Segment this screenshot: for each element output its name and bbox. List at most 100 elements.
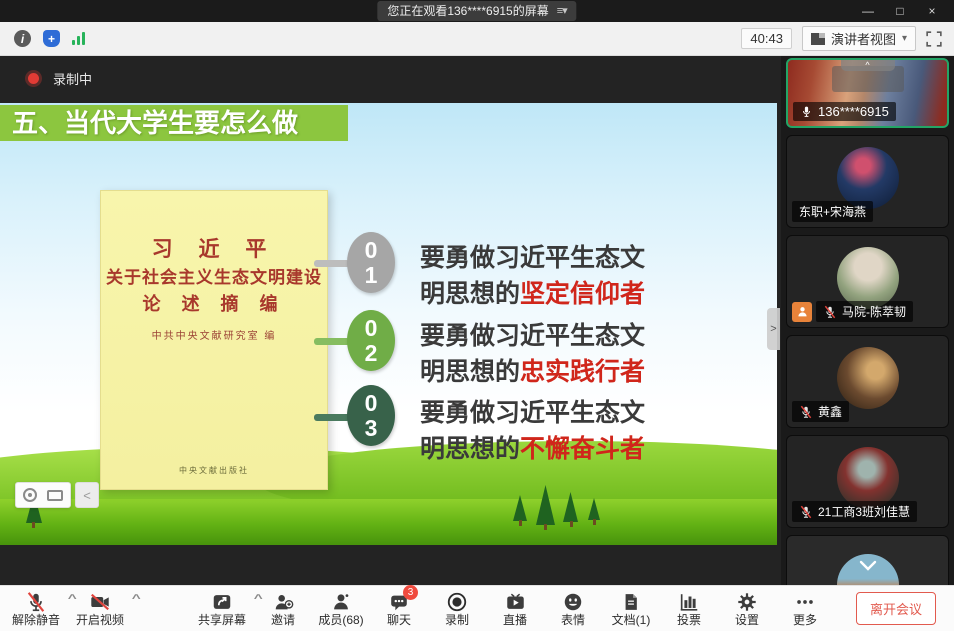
minimize-button[interactable]: —: [852, 0, 884, 22]
book-editor: 中共中央文献研究室 编: [151, 331, 277, 342]
connector-line: [314, 338, 350, 345]
point-3-circle: 03: [347, 385, 395, 446]
speaker-view-icon: [810, 32, 825, 45]
toolbar-record-button[interactable]: 录制: [428, 587, 486, 631]
book-title-line1: 习 近 平: [151, 238, 277, 261]
participant-name-tag: 21工商3班刘佳慧: [792, 501, 918, 522]
book-title-line2: 关于社会主义生态文明建设: [106, 268, 322, 287]
chevron-down-icon[interactable]: [858, 560, 878, 572]
status-bar: i + 40:43 演讲者视图 ▾: [0, 22, 954, 56]
status-right: 40:43 演讲者视图 ▾: [741, 26, 954, 51]
role-badge-icon: [792, 301, 812, 322]
laser-pointer-icon[interactable]: [23, 488, 37, 502]
toolbar-start-video-button[interactable]: 开启视频 ^: [68, 587, 140, 631]
slide-title: 五、当代大学生要怎么做: [0, 105, 348, 141]
camera-off-icon: [88, 591, 112, 613]
view-mode-button[interactable]: 演讲者视图 ▾: [801, 26, 916, 51]
participant-tile-partial[interactable]: [786, 535, 949, 585]
mic-muted-icon: [25, 591, 47, 613]
participant-tile[interactable]: 21工商3班刘佳慧: [786, 435, 949, 528]
emoji-icon: [562, 591, 584, 613]
point-3-text: 要勇做习近平生态文 明思想的不懈奋斗者: [420, 399, 646, 463]
avatar: [836, 447, 899, 509]
poll-chart-icon: [678, 591, 700, 613]
participant-name-tag: 东职+宋海燕: [792, 201, 874, 222]
chat-icon: 3: [388, 584, 418, 613]
live-stream-icon: [504, 591, 527, 613]
toolbar-share-screen-button[interactable]: 共享屏幕 ^: [190, 587, 262, 631]
participant-tile[interactable]: 马院-陈萃韧: [786, 235, 949, 328]
book-cover: 习 近 平 关于社会主义生态文明建设 论 述 摘 编 中共中央文献研究室 编 中…: [100, 190, 328, 490]
watching-banner[interactable]: 您正在观看136****6915的屏幕 ≡▾: [377, 1, 577, 21]
annotation-collapse-button[interactable]: <: [75, 482, 99, 508]
toolbar-chat-button[interactable]: 3 聊天: [370, 584, 428, 631]
participant-name-tag: 黄鑫: [792, 401, 850, 422]
annotation-tools: [15, 482, 71, 508]
avatar: [836, 347, 899, 409]
point-2-text: 要勇做习近平生态文 明思想的忠实践行者: [420, 322, 646, 386]
panel-collapse-tab[interactable]: ^: [840, 60, 895, 71]
members-icon: [330, 591, 352, 613]
recording-dot-icon: [28, 73, 39, 84]
tree-trunk: [570, 521, 573, 527]
toolbar-members-button[interactable]: 成员(68): [312, 587, 370, 631]
title-bar: 您正在观看136****6915的屏幕 ≡▾ — □ ×: [0, 0, 954, 22]
tree-trunk: [32, 522, 35, 528]
meeting-window: 您正在观看136****6915的屏幕 ≡▾ — □ × i + 40:43 演…: [0, 0, 954, 631]
close-button[interactable]: ×: [916, 0, 948, 22]
watching-banner-text: 您正在观看136****6915的屏幕: [387, 4, 549, 18]
tree-trunk: [544, 524, 547, 530]
toolbar-invite-button[interactable]: 邀请: [254, 587, 312, 631]
toolbar-unmute-button[interactable]: 解除静音 ^: [4, 587, 76, 631]
tree-trunk: [593, 519, 596, 525]
meeting-info-icon[interactable]: i: [14, 30, 31, 47]
participant-tile-speaker[interactable]: ^ 136****6915: [786, 58, 949, 128]
toolbar-docs-button[interactable]: 文档(1): [602, 587, 660, 631]
maximize-button[interactable]: □: [884, 0, 916, 22]
sidebar-collapse-handle[interactable]: >: [767, 308, 780, 350]
toolbar-poll-button[interactable]: 投票: [660, 587, 718, 631]
fullscreen-icon[interactable]: [926, 30, 942, 47]
security-shield-icon[interactable]: +: [43, 30, 60, 47]
toolbar-more-button[interactable]: 更多: [776, 587, 834, 631]
toolbar-live-button[interactable]: 直播: [486, 587, 544, 631]
caret-up-icon[interactable]: ^: [131, 593, 140, 605]
window-controls: — □ ×: [852, 0, 948, 22]
record-icon: [446, 591, 468, 613]
whiteboard-icon[interactable]: [47, 489, 63, 501]
layout-menu-icon[interactable]: ≡▾: [557, 1, 568, 21]
toolbar-settings-button[interactable]: 设置: [718, 587, 776, 631]
mic-muted-icon: [800, 505, 812, 518]
point-1-text: 要勇做习近平生态文 明思想的坚定信仰者: [420, 244, 646, 308]
chat-unread-badge: 3: [403, 584, 418, 600]
more-dots-icon: [793, 591, 817, 613]
avatar: [836, 147, 899, 209]
leave-meeting-button[interactable]: 离开会议: [855, 592, 936, 625]
network-signal-icon[interactable]: [72, 32, 85, 45]
avatar: [836, 247, 899, 309]
tree-trunk: [519, 520, 522, 526]
mic-on-icon: [803, 106, 810, 117]
document-icon: [621, 591, 641, 613]
book-publisher: 中央文献出版社: [179, 466, 249, 475]
gear-icon: [736, 591, 758, 613]
participant-tile[interactable]: 黄鑫: [786, 335, 949, 428]
grass-band: [0, 499, 777, 545]
participant-name-tag: 马院-陈萃韧: [816, 301, 913, 322]
point-2-circle: 02: [347, 310, 395, 371]
shared-screen-stage: 录制中 五、当代大学生要怎么做 习 近 平 关于社会主义生态文明建设 论 述 摘…: [0, 56, 781, 585]
invite-person-icon: [272, 591, 295, 613]
annotation-toolbar: <: [15, 482, 99, 508]
point-1-circle: 01: [347, 232, 395, 293]
chevron-down-icon: ▾: [901, 33, 907, 44]
participant-name-tag: 136****6915: [793, 102, 896, 121]
meeting-timer: 40:43: [741, 28, 792, 49]
presentation-slide: 五、当代大学生要怎么做 习 近 平 关于社会主义生态文明建设 论 述 摘 编 中…: [0, 103, 777, 545]
recording-indicator: 录制中: [28, 69, 92, 88]
connector-line: [314, 414, 350, 421]
toolbar-emoji-button[interactable]: 表情: [544, 587, 602, 631]
connector-line: [314, 260, 350, 267]
book-title-line3: 论 述 摘 编: [142, 294, 286, 314]
participant-tile[interactable]: 东职+宋海燕: [786, 135, 949, 228]
status-left: i +: [0, 30, 85, 47]
